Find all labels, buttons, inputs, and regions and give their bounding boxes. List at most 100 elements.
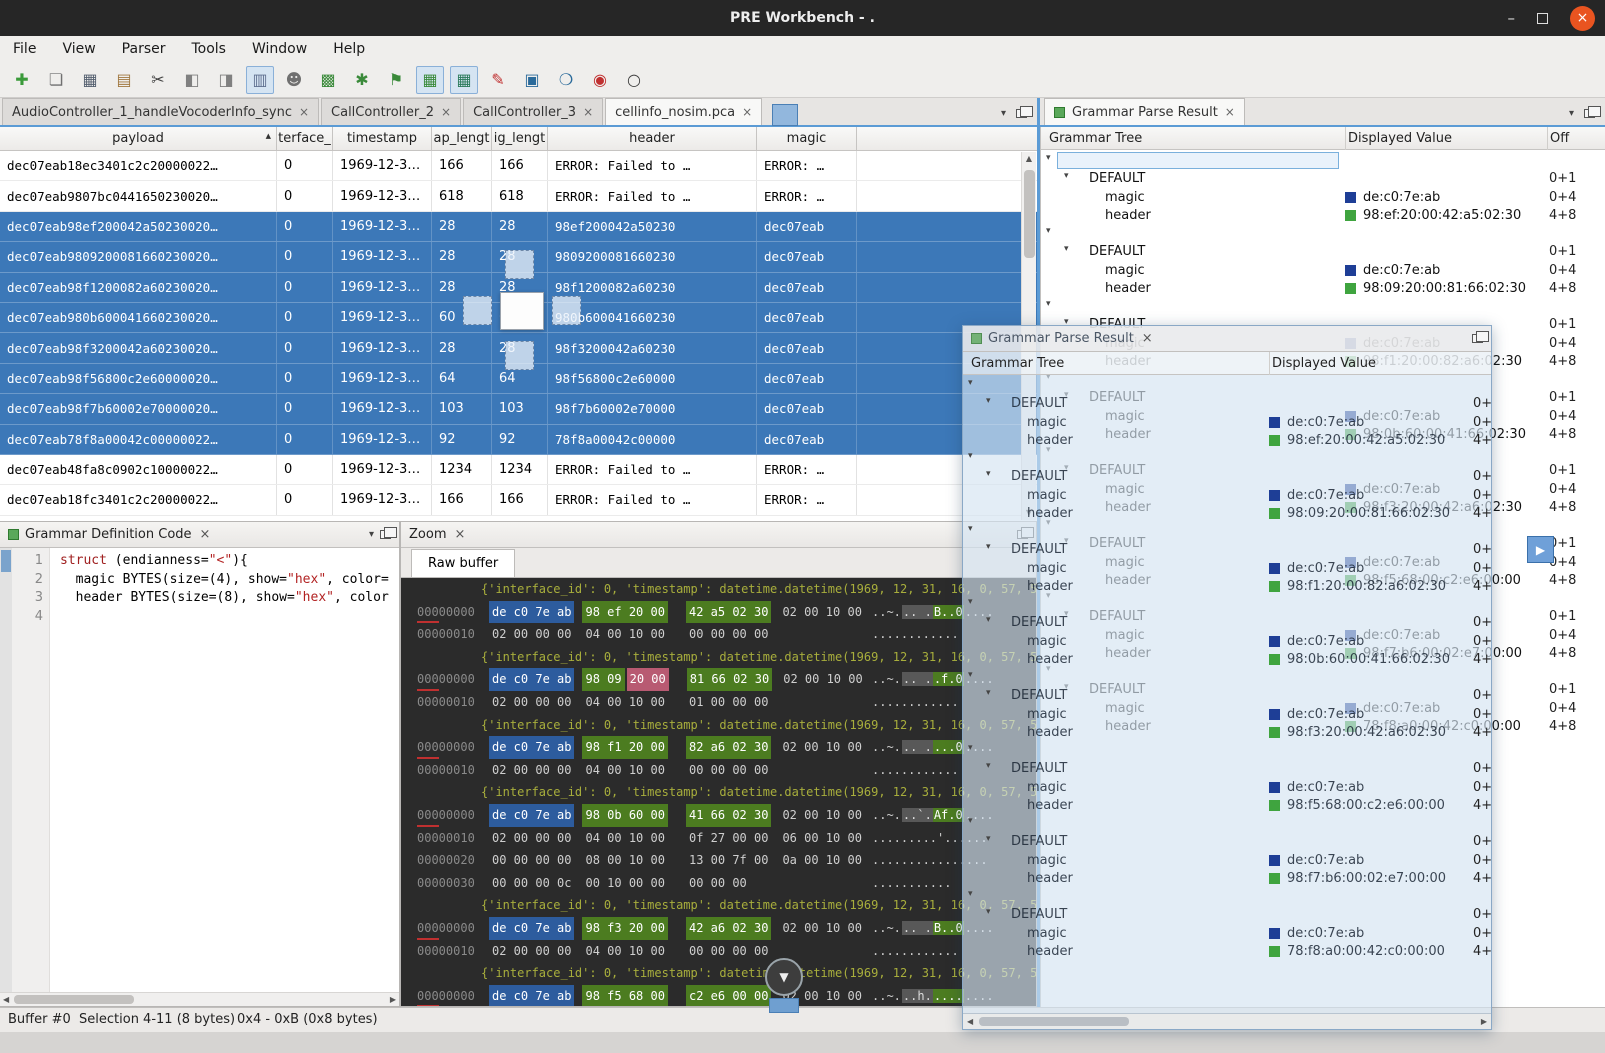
pin-icon[interactable]: ◉ [586,66,614,94]
caret-icon[interactable]: ▾ [986,469,991,479]
tree-row-default[interactable]: ▾DEFAULT0+1 [963,687,1492,705]
caret-icon[interactable]: ▾ [986,834,991,844]
table-cell[interactable]: 0 [277,364,333,393]
table-cell[interactable]: ERROR: … [757,485,857,514]
close-icon[interactable]: × [200,527,211,542]
tree-row-header[interactable]: header98:f3:20:00:42:a6:02:304+8 [963,724,1492,742]
hex-line[interactable]: 00000000de c0 7e ab98 0920 0081 66 02 30… [401,668,1036,691]
tree-row-magic[interactable]: magicde:c0:7e:ab0+4 [1041,262,1605,280]
hex-line[interactable]: 00000000de c0 7e ab98 f5 68 00c2 e6 00 0… [401,985,1036,1006]
tree-row-header[interactable]: header98:f7:b6:00:02:e7:00:004+8 [963,870,1492,888]
tree-column-header[interactable]: Displayed Value [1345,127,1545,150]
hex-bytes[interactable]: 00 00 00 00 [489,849,574,872]
tree-row-header[interactable]: header98:0b:60:00:41:66:02:304+8 [963,651,1492,669]
tree-row-default[interactable]: ▾DEFAULT0+1 [963,760,1492,778]
column-header-orig_len[interactable]: ig_lengt [492,127,548,151]
hex-bytes[interactable]: 00 00 00 00 [686,759,771,782]
grid-alt-icon[interactable]: ▦ [450,66,478,94]
table-cell[interactable]: 0 [277,151,333,180]
hex-line[interactable]: 0000001002 00 00 0004 00 10 000f 27 00 0… [401,827,1036,850]
tab-raw-buffer[interactable]: Raw buffer [411,549,515,577]
menu-item-window[interactable]: Window [239,36,320,62]
table-cell[interactable]: ERROR: Failed to … [548,151,757,180]
column-header-header[interactable]: header [548,127,757,151]
caret-icon[interactable]: ▾ [968,670,973,680]
hex-bytes[interactable]: 04 00 10 00 [582,623,667,646]
packet-row[interactable]: dec07eab9807bc0441650230020…01969-12-3…6… [0,181,1037,211]
close-button[interactable]: × [1570,6,1595,31]
paste-icon[interactable]: ▤ [110,66,138,94]
table-cell[interactable]: 0 [277,303,333,332]
hex-bytes[interactable]: 98 f5 68 00 [582,985,667,1006]
code-editor[interactable]: 1234 struct (endianness="<"){ magic BYTE… [0,548,399,992]
tree-node-row[interactable]: ▾ [963,888,1492,906]
page-forward-icon[interactable]: ◨ [212,66,240,94]
tree-row-magic[interactable]: magicde:c0:7e:ab0+4 [963,633,1492,651]
tree-row-default[interactable]: ▾DEFAULT0+1 [963,614,1492,632]
table-cell[interactable]: 0 [277,273,333,302]
hex-bytes[interactable]: 08 00 10 00 [582,849,667,872]
scroll-up-icon[interactable]: ▲ [1022,152,1036,166]
preview-icon[interactable]: ❍ [552,66,580,94]
tree-node-row[interactable]: ▾ [963,815,1492,833]
hex-bytes[interactable]: 98 f3 20 00 [582,917,667,940]
table-cell[interactable]: 92 [432,425,492,454]
table-cell[interactable]: dec07eab98f7b60002e70000020… [0,394,277,423]
hex-bytes[interactable]: 0f 27 00 00 [686,827,771,850]
hex-bytes[interactable]: 98 f1 20 00 [582,736,667,759]
tree-row-default[interactable]: ▾DEFAULT0+1 [1041,170,1605,188]
close-icon[interactable]: × [583,105,593,119]
caret-icon[interactable]: ▾ [1064,244,1069,254]
scrollbar-thumb[interactable] [979,1017,1129,1026]
table-cell[interactable]: 78f8a00042c00000 [548,425,757,454]
caret-icon[interactable]: ▾ [986,396,991,406]
hex-bytes[interactable]: 42 a5 02 30 [686,601,771,624]
caret-icon[interactable]: ▾ [968,889,973,899]
screenshot-icon[interactable]: ▩ [314,66,342,94]
table-cell[interactable]: ERROR: … [757,455,857,484]
table-cell[interactable]: dec07eab98f3200042a60230020… [0,333,277,362]
inspect-icon[interactable]: ▥ [246,66,274,94]
hex-bytes[interactable]: 02 00 10 00 [779,736,864,759]
title-bar[interactable]: PRE Workbench - . – × [0,0,1605,36]
menu-item-help[interactable]: Help [320,36,378,62]
caret-icon[interactable]: ▾ [986,615,991,625]
hex-bytes[interactable]: 41 66 02 30 [686,804,771,827]
caret-icon[interactable]: ▾ [986,688,991,698]
caret-icon[interactable]: ▾ [968,524,973,534]
floating-parse-result-window[interactable]: Grammar Parse Result × Grammar TreeDispl… [962,325,1492,1030]
hex-bytes[interactable]: de c0 7e ab [489,985,574,1006]
tree-column-header[interactable]: Displayed Value [1269,352,1449,375]
tree-node-row[interactable]: ▾ [963,669,1492,687]
table-cell[interactable]: ERROR: Failed to … [548,181,757,210]
cut-icon[interactable]: ✂ [144,66,172,94]
new-file-icon[interactable]: ✚ [8,66,36,94]
tree-node-row[interactable]: ▾ [1041,298,1605,316]
packet-row[interactable]: dec07eab18fc3401c2c20000022…01969-12-3…1… [0,485,1037,515]
table-cell[interactable]: dec07eab98f56800c2e60000020… [0,364,277,393]
table-cell[interactable]: 0 [277,455,333,484]
table-cell[interactable]: dec07eab980b600041660230020… [0,303,277,332]
scrollbar-thumb[interactable] [14,995,134,1004]
close-icon[interactable]: × [1142,331,1153,346]
packet-row[interactable]: dec07eab98f7b60002e70000020…01969-12-3…1… [0,394,1037,424]
close-icon[interactable]: × [299,105,309,119]
tree-row-default[interactable]: ▾DEFAULT0+1 [1041,243,1605,261]
table-cell[interactable]: dec07eab [757,425,857,454]
hex-bytes[interactable]: 82 a6 02 30 [686,736,771,759]
table-cell[interactable]: 1969-12-3… [333,181,432,210]
hex-line[interactable]: 00000000de c0 7e ab98 f1 20 0082 a6 02 3… [401,736,1036,759]
table-cell[interactable]: 166 [432,151,492,180]
table-cell[interactable]: dec07eab98ef200042a50230020… [0,212,277,241]
grid-icon[interactable]: ▦ [416,66,444,94]
caret-icon[interactable]: ▾ [968,451,973,461]
hex-bytes[interactable]: 04 00 10 00 [582,759,667,782]
hex-line[interactable]: 00000000de c0 7e ab98 ef 20 0042 a5 02 3… [401,601,1036,624]
window-icon[interactable]: ▣ [518,66,546,94]
table-cell[interactable]: 28 [492,212,548,241]
caret-icon[interactable]: ▾ [968,378,973,388]
hex-bytes[interactable]: 02 00 00 00 [489,940,574,963]
hex-bytes[interactable]: de c0 7e ab [489,917,574,940]
table-cell[interactable]: 0 [277,242,333,271]
hex-bytes[interactable]: 42 a6 02 30 [686,917,771,940]
